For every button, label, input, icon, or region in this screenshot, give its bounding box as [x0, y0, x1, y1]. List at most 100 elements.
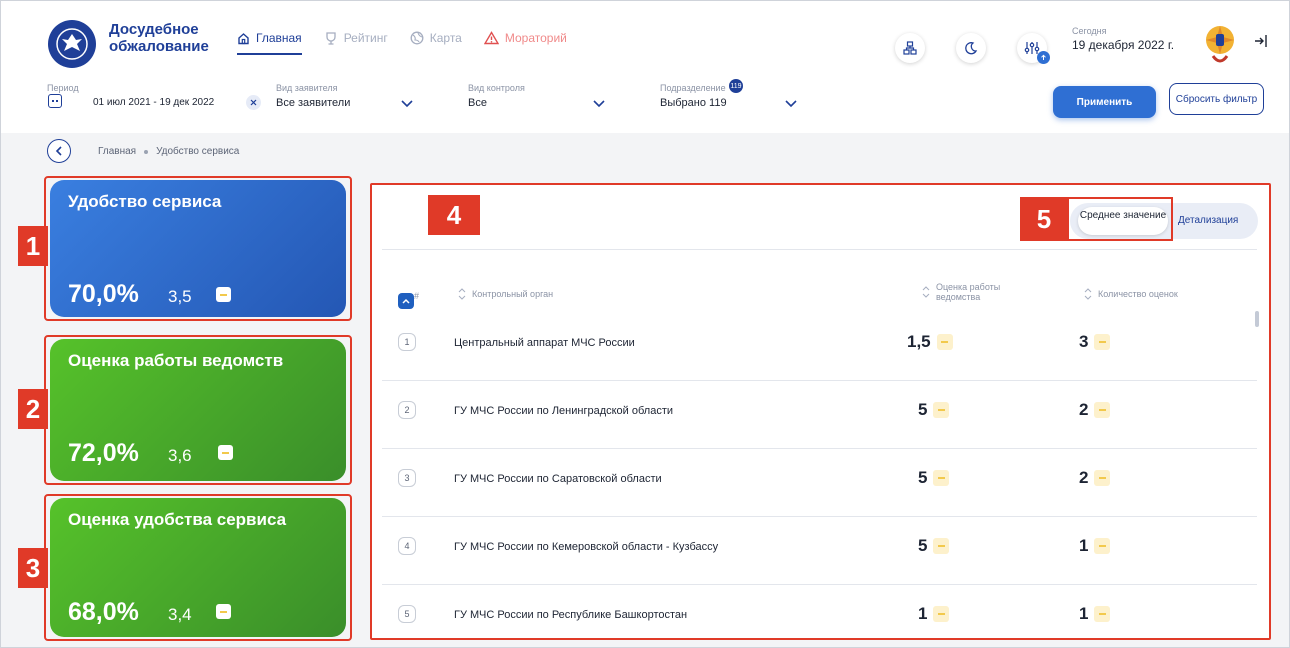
column-count[interactable]: Количество оценок: [1084, 288, 1178, 300]
apply-button[interactable]: Применить: [1053, 86, 1156, 118]
metric-card-score: 3,6: [168, 446, 192, 465]
row-agency: Центральный аппарат МЧС России: [454, 337, 635, 349]
column-rating[interactable]: Оценка работы ведомства: [922, 282, 1016, 302]
row-index: 5: [398, 605, 416, 623]
sort-icon: [1084, 288, 1092, 300]
metric-card-agencies[interactable]: Оценка работы ведомств 72,0% 3,6: [44, 335, 352, 485]
sort-index-button[interactable]: [398, 293, 414, 309]
structure-button[interactable]: [895, 33, 925, 63]
clear-period-button[interactable]: [246, 95, 261, 110]
row-rating-value: 1,5: [907, 332, 931, 351]
globe-icon: [410, 31, 424, 45]
neutral-trend-icon: [218, 445, 233, 460]
row-count: 2: [1079, 400, 1111, 420]
column-agency[interactable]: Контрольный орган: [458, 288, 553, 300]
table-row[interactable]: 2 ГУ МЧС России по Ленинградской области…: [382, 381, 1257, 449]
calendar-icon[interactable]: [48, 94, 62, 108]
neutral-trend-icon: [936, 334, 953, 350]
row-count: 1: [1079, 604, 1111, 624]
chevron-down-icon[interactable]: [785, 100, 797, 108]
annotation-box-5: [1067, 197, 1173, 241]
today-label: Сегодня: [1072, 26, 1107, 36]
nav-map[interactable]: Карта: [410, 31, 462, 55]
annotation-tag-2: 2: [18, 389, 48, 429]
control-select[interactable]: Все: [468, 97, 487, 109]
nav-home[interactable]: Главная: [237, 31, 302, 55]
row-rating: 1,5: [907, 332, 953, 352]
settings-button[interactable]: [1017, 33, 1050, 64]
breadcrumb-home[interactable]: Главная: [98, 146, 136, 157]
period-field[interactable]: 01 июл 2021 - 19 дек 2022: [93, 97, 214, 108]
warning-icon: [483, 31, 499, 45]
theme-toggle-button[interactable]: [956, 33, 986, 63]
header: Досудебное обжалование Главная Рейтинг К…: [1, 1, 1289, 133]
breadcrumb: Главная Удобство сервиса: [98, 146, 239, 157]
logo[interactable]: [48, 20, 96, 68]
hierarchy-icon: [903, 41, 917, 55]
metric-card-percent: 72,0%: [68, 439, 139, 467]
row-index: 4: [398, 537, 416, 555]
row-agency: ГУ МЧС России по Кемеровской области - К…: [454, 541, 719, 553]
row-rating-value: 5: [918, 400, 928, 419]
table-row[interactable]: 3 ГУ МЧС России по Саратовской области 5…: [382, 449, 1257, 517]
table-row[interactable]: 4 ГУ МЧС России по Кемеровской области -…: [382, 517, 1257, 585]
annotation-tag-4: 4: [428, 195, 480, 235]
metric-card-score: 3,5: [168, 287, 192, 306]
close-icon: [250, 99, 257, 106]
applicant-select[interactable]: Все заявители: [276, 97, 350, 109]
back-button[interactable]: [47, 139, 71, 163]
applicant-label: Вид заявителя: [276, 83, 338, 93]
metric-card-title: Оценка удобства сервиса: [68, 510, 287, 529]
table-row[interactable]: 1 Центральный аппарат МЧС России 1,5 3: [382, 313, 1257, 381]
reset-filter-button[interactable]: Сбросить фильтр: [1169, 83, 1264, 115]
sort-icon: [922, 286, 930, 298]
row-count-value: 1: [1079, 604, 1089, 623]
arrow-up-icon: [1041, 54, 1046, 60]
column-agency-label: Контрольный орган: [472, 289, 554, 299]
neutral-trend-icon: [216, 287, 231, 302]
chevron-up-icon: [402, 298, 410, 304]
table-row[interactable]: 5 ГУ МЧС России по Республике Башкортост…: [382, 585, 1257, 638]
division-select[interactable]: Выбрано 119: [660, 97, 727, 109]
neutral-trend-icon: [933, 402, 950, 418]
nav-rating-label: Рейтинг: [343, 31, 388, 45]
today-date: 19 декабря 2022 г.: [1072, 38, 1175, 52]
neutral-trend-icon: [1094, 538, 1111, 554]
row-rating: 5: [918, 468, 950, 488]
nav-rating[interactable]: Рейтинг: [324, 31, 388, 55]
annotation-tag-3: 3: [18, 548, 48, 588]
neutral-trend-icon: [933, 470, 950, 486]
metric-card-body: Удобство сервиса 70,0% 3,5: [50, 180, 346, 317]
row-agency: ГУ МЧС России по Республике Башкортостан: [454, 609, 688, 621]
main-nav: Главная Рейтинг Карта Мораторий: [237, 31, 567, 55]
eagle-emblem-icon: [56, 28, 88, 60]
breadcrumb-current: Удобство сервиса: [156, 146, 240, 157]
row-rating: 1: [918, 604, 950, 624]
neutral-trend-icon: [933, 606, 950, 622]
chevron-down-icon[interactable]: [593, 100, 605, 108]
metric-card-title: Оценка работы ведомств: [68, 351, 284, 370]
neutral-trend-icon: [933, 538, 950, 554]
metric-card-service[interactable]: Удобство сервиса 70,0% 3,5: [44, 176, 352, 321]
column-rating-label: Оценка работы ведомства: [936, 282, 1001, 302]
home-icon: [238, 32, 249, 44]
row-rating-value: 1: [918, 604, 928, 623]
row-index: 3: [398, 469, 416, 487]
logout-button[interactable]: [1253, 33, 1269, 49]
metric-card-usability[interactable]: Оценка удобства сервиса 68,0% 3,4: [44, 494, 352, 641]
toggle-details[interactable]: Детализация: [1178, 215, 1238, 226]
period-label: Период: [47, 83, 79, 93]
row-count-value: 2: [1079, 400, 1089, 419]
chevron-left-icon: [55, 146, 62, 156]
row-rating-value: 5: [918, 468, 928, 487]
metric-card-percent: 68,0%: [68, 598, 139, 626]
metric-card-body: Оценка работы ведомств 72,0% 3,6: [50, 339, 346, 481]
annotation-tag-1: 1: [18, 226, 48, 266]
row-count-value: 2: [1079, 468, 1089, 487]
chevron-down-icon[interactable]: [401, 100, 413, 108]
sort-icon: [458, 288, 466, 300]
division-count-badge: 119: [729, 79, 743, 93]
nav-moratorium[interactable]: Мораторий: [483, 31, 567, 55]
trophy-icon: [326, 31, 336, 45]
metric-card-score: 3,4: [168, 605, 192, 624]
